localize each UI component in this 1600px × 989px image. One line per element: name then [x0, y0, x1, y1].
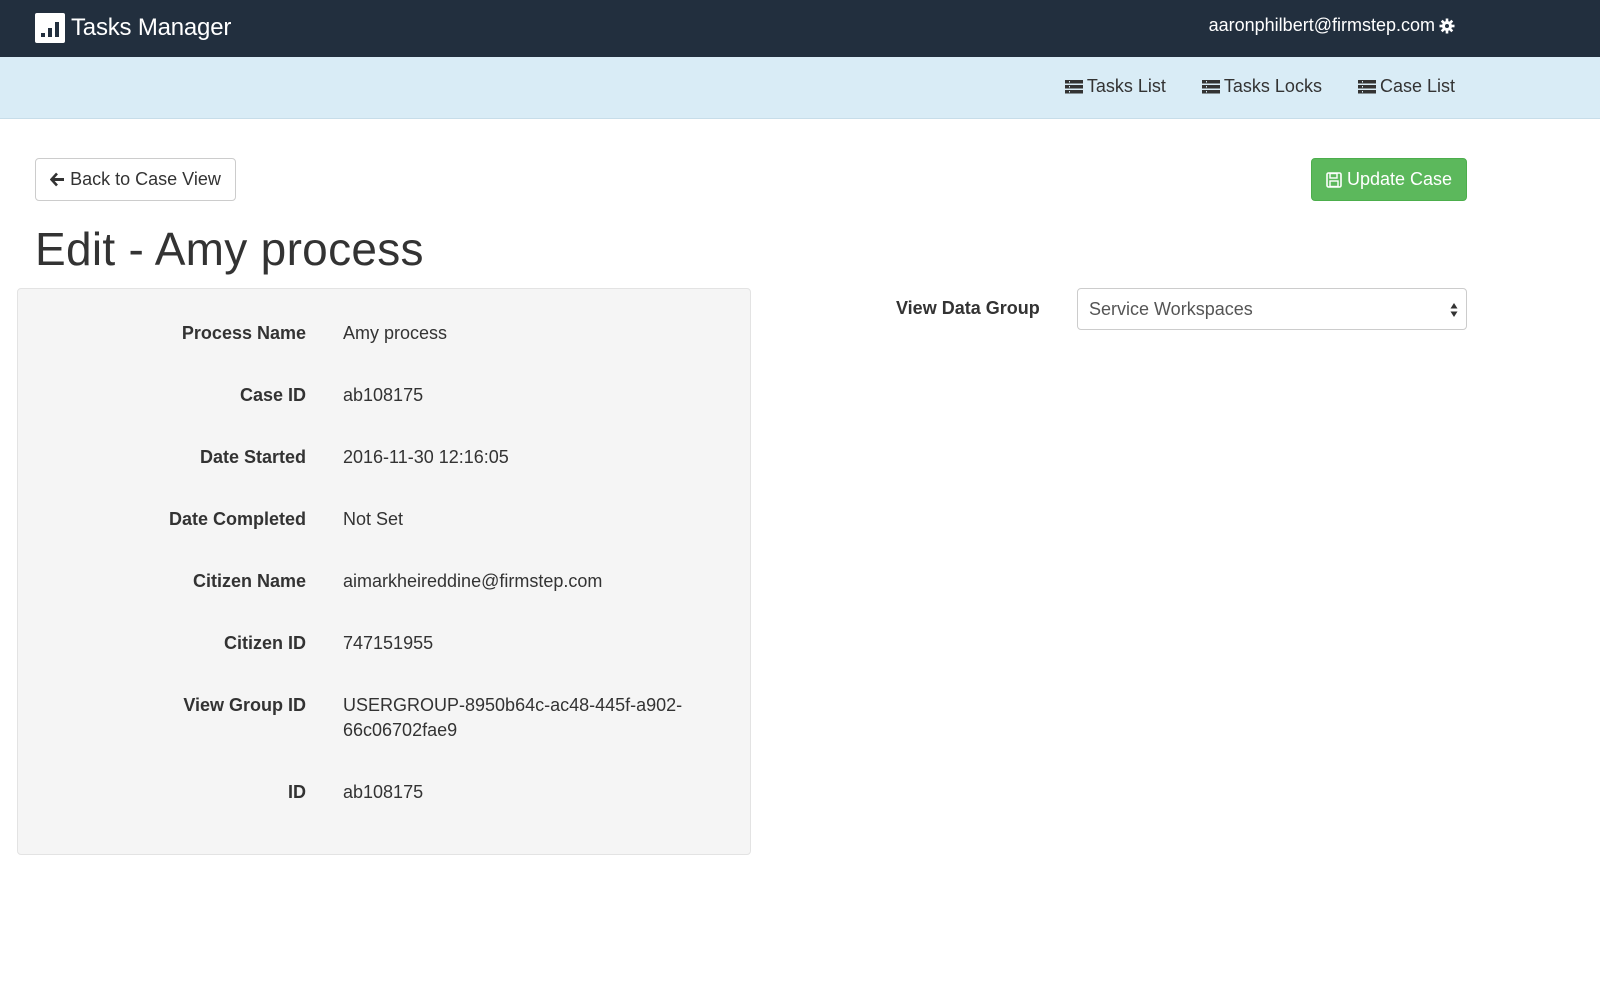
detail-row-citizen-id: Citizen ID 747151955 [18, 631, 752, 656]
gear-icon [1439, 18, 1455, 33]
list-icon [1201, 79, 1220, 93]
detail-value: 747151955 [343, 633, 434, 653]
nav-label: Case List [1379, 76, 1455, 96]
brand[interactable]: Tasks Manager [35, 12, 231, 43]
detail-label: ID [288, 782, 306, 802]
detail-value: ab108175 [343, 385, 424, 405]
detail-row-date-started: Date Started 2016-11-30 12:16:05 [18, 445, 752, 470]
detail-label: Citizen ID [223, 633, 306, 653]
back-to-case-view-button[interactable]: Back to Case View [35, 158, 236, 201]
nav-case-list[interactable]: Case List [1357, 76, 1455, 97]
list-icon [1357, 79, 1376, 93]
view-data-group-select[interactable]: Service Workspaces [1077, 288, 1467, 330]
detail-label: Date Completed [168, 509, 306, 529]
detail-row-view-group-id: View Group ID USERGROUP-8950b64c-ac48-44… [18, 693, 752, 743]
update-case-button[interactable]: Update Case [1311, 158, 1467, 201]
detail-row-case-id: Case ID ab108175 [18, 383, 752, 408]
detail-label: Date Started [199, 447, 306, 467]
select-value: Service Workspaces [1089, 298, 1253, 319]
sub-navbar: Tasks List Tasks Locks Case List [0, 57, 1600, 119]
top-navbar: Tasks Manager aaronphilbert@firmstep.com [0, 0, 1600, 57]
detail-value: Amy process [343, 323, 448, 343]
detail-label: View Group ID [183, 695, 306, 715]
page-title: Edit - Amy process [35, 223, 424, 275]
case-details-panel: Process Name Amy process Case ID ab10817… [17, 288, 751, 855]
detail-value: USERGROUP-8950b64c-ac48-445f-a902-66c067… [343, 695, 683, 740]
update-button-label: Update Case [1346, 169, 1453, 189]
user-menu[interactable]: aaronphilbert@firmstep.com [1209, 15, 1455, 36]
detail-row-citizen-name: Citizen Name aimarkheireddine@firmstep.c… [18, 569, 752, 594]
detail-row-date-completed: Date Completed Not Set [18, 507, 752, 532]
select-caret-icon [1450, 303, 1458, 317]
detail-label: Case ID [239, 385, 306, 405]
nav-label: Tasks List [1086, 76, 1166, 96]
arrow-left-icon [50, 172, 65, 187]
nav-tasks-list[interactable]: Tasks List [1064, 76, 1166, 97]
nav-tasks-locks[interactable]: Tasks Locks [1201, 76, 1322, 97]
detail-value: aimarkheireddine@firmstep.com [343, 571, 603, 591]
bar-chart-icon [35, 12, 65, 43]
detail-value: ab108175 [343, 782, 424, 802]
save-icon [1326, 171, 1342, 188]
view-data-group-label: View Data Group [896, 298, 1040, 318]
nav-label: Tasks Locks [1223, 76, 1322, 96]
detail-value: 2016-11-30 12:16:05 [343, 447, 509, 467]
detail-label: Citizen Name [192, 571, 306, 591]
detail-row-process-name: Process Name Amy process [18, 321, 752, 346]
detail-row-id: ID ab108175 [18, 780, 752, 805]
user-email: aaronphilbert@firmstep.com [1208, 15, 1435, 35]
list-icon [1064, 79, 1083, 93]
detail-label: Process Name [181, 323, 306, 343]
detail-value: Not Set [343, 509, 404, 529]
app-title: Tasks Manager [71, 13, 232, 41]
back-button-label: Back to Case View [70, 169, 221, 189]
